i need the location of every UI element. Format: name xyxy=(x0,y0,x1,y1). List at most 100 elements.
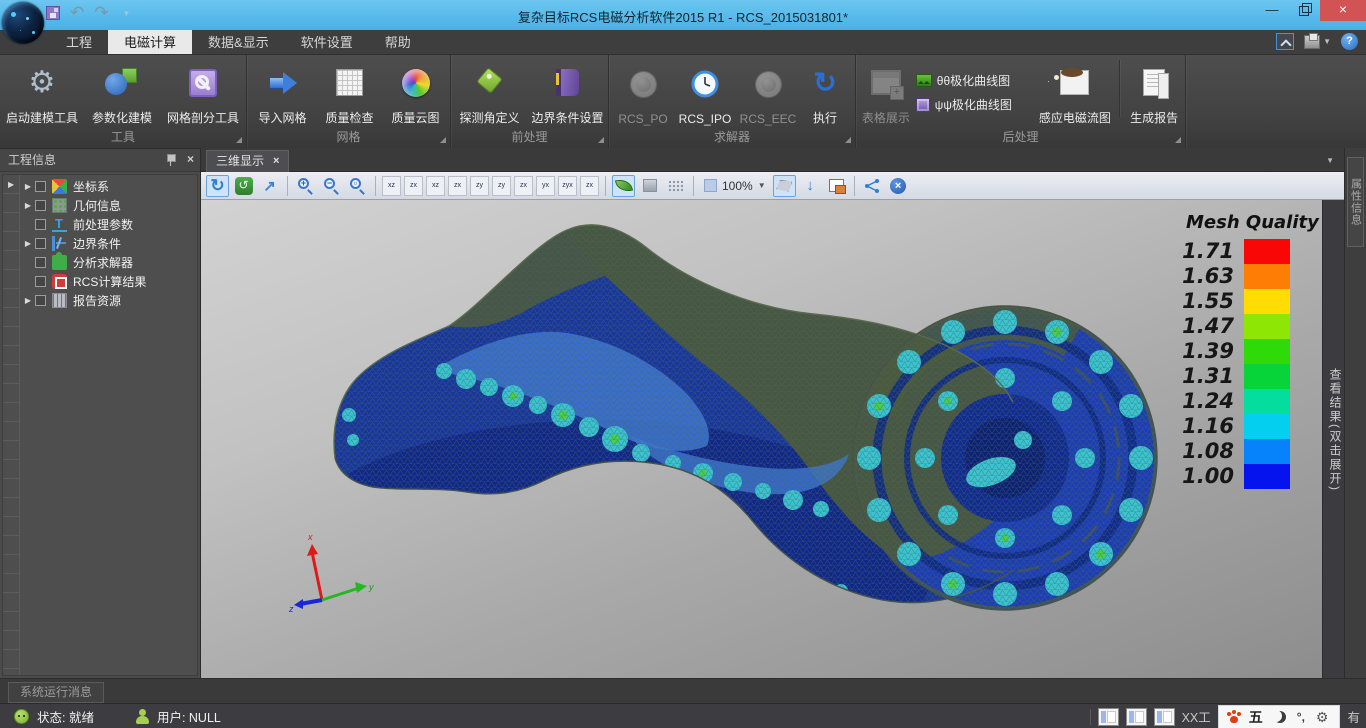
view-preset-button-1[interactable]: zx xyxy=(404,176,423,196)
tree-item-coordinate-system[interactable]: ▶ 坐标系 xyxy=(21,177,197,196)
checkbox[interactable] xyxy=(35,219,46,230)
cancel-button[interactable]: × xyxy=(887,175,910,197)
tab-3d-display[interactable]: 三维显示 × xyxy=(206,150,289,172)
perspective-button[interactable] xyxy=(773,175,796,197)
wireframe-dots-button[interactable] xyxy=(664,175,687,197)
rcs-eec-button[interactable]: RCS_EEC xyxy=(737,56,799,129)
punctuation-icon[interactable]: °, xyxy=(1297,710,1305,724)
shaded-view-button[interactable] xyxy=(612,175,635,197)
flat-view-button[interactable] xyxy=(638,175,661,197)
induced-current-map-button[interactable]: 感应电磁流图 xyxy=(1033,56,1116,129)
collapse-ribbon-icon[interactable] xyxy=(1276,33,1294,50)
launch-modeling-tool-button[interactable]: ⚙ 启动建模工具 xyxy=(2,56,82,129)
rcs-ipo-button[interactable]: RCS_IPO xyxy=(673,56,737,129)
minimize-button[interactable]: — xyxy=(1256,0,1288,21)
boundary-condition-settings-button[interactable]: 边界条件设置 xyxy=(528,56,608,129)
layout-center-button[interactable] xyxy=(1126,708,1147,726)
moon-icon[interactable] xyxy=(1274,711,1286,723)
group-expand-icon[interactable] xyxy=(845,137,851,143)
tab-em-computation[interactable]: 电磁计算 xyxy=(108,30,192,54)
viewport-3d[interactable]: x y z Mesh Quality 1.71 1.63 1.55 1.47 1… xyxy=(201,200,1322,678)
close-panel-icon[interactable]: × xyxy=(187,153,194,166)
arrow-down-button[interactable]: ↓ xyxy=(799,175,822,197)
redo-icon[interactable]: ↷ xyxy=(94,4,108,22)
layout-right-button[interactable] xyxy=(1154,708,1175,726)
mesh-partition-tool-button[interactable]: 网格剖分工具 xyxy=(162,56,244,129)
tab-project[interactable]: 工程 xyxy=(50,30,108,54)
zoom-in-button[interactable]: + xyxy=(294,175,317,197)
layers-button[interactable] xyxy=(825,175,848,197)
tab-bar-right-tools: ▼ ? xyxy=(1276,33,1358,50)
view-results-strip[interactable]: 查看结果(双击展开) xyxy=(1322,200,1344,678)
view-preset-button-5[interactable]: zy xyxy=(492,176,511,196)
checkbox[interactable] xyxy=(35,257,46,268)
view-preset-button-3[interactable]: zx xyxy=(448,176,467,196)
layout-left-button[interactable] xyxy=(1098,708,1119,726)
group-expand-icon[interactable] xyxy=(440,137,446,143)
generate-report-button[interactable]: 生成报告 xyxy=(1123,56,1185,129)
rotate-button[interactable]: ↻ xyxy=(206,175,229,197)
close-tab-icon[interactable]: × xyxy=(273,151,279,172)
checkbox[interactable] xyxy=(35,200,46,211)
table-display-button[interactable]: 表格展示 xyxy=(856,56,916,129)
probe-angle-define-button[interactable]: 探测角定义 xyxy=(452,56,528,129)
view-preset-button-9[interactable]: zx xyxy=(580,176,599,196)
import-mesh-button[interactable]: 导入网格 xyxy=(249,56,317,129)
tab-help[interactable]: 帮助 xyxy=(369,30,427,54)
property-info-tab[interactable]: 属性信息 xyxy=(1347,157,1364,247)
share-button[interactable] xyxy=(861,175,884,197)
system-messages-tab[interactable]: 系统运行消息 xyxy=(8,682,104,703)
view-preset-button-2[interactable]: xz xyxy=(426,176,445,196)
app-logo[interactable] xyxy=(2,2,44,44)
ime-settings-gear-icon[interactable]: ⚙ xyxy=(1316,710,1329,724)
view-preset-button-4[interactable]: zy xyxy=(470,176,489,196)
zoom-out-button[interactable]: − xyxy=(320,175,343,197)
view-preset-button-8[interactable]: zyx xyxy=(558,176,577,196)
checkbox[interactable] xyxy=(35,276,46,287)
view-preset-button-0[interactable]: xz xyxy=(382,176,401,196)
close-button[interactable]: × xyxy=(1320,0,1366,21)
legend-value: 1.00 xyxy=(1154,464,1244,489)
rcs-po-button[interactable]: RCS_PO xyxy=(613,56,673,129)
tree-item-report-resources[interactable]: ▶ 报告资源 xyxy=(21,291,197,310)
import-arrow-icon xyxy=(269,72,297,94)
checkbox[interactable] xyxy=(35,181,46,192)
restore-button[interactable] xyxy=(1288,0,1320,21)
help-icon[interactable]: ? xyxy=(1341,33,1358,50)
save-icon[interactable] xyxy=(46,6,60,20)
pin-icon[interactable] xyxy=(166,153,175,166)
tree-item-preprocess-params[interactable]: 前处理参数 xyxy=(21,215,197,234)
parametric-modeling-button[interactable]: 参数化建模 xyxy=(82,56,162,129)
group-expand-icon[interactable] xyxy=(1175,137,1181,143)
psi-curve-icon xyxy=(916,98,930,112)
quality-check-button[interactable]: 质量检查 xyxy=(317,56,383,129)
view-preset-button-7[interactable]: yx xyxy=(536,176,555,196)
group-expand-icon[interactable] xyxy=(236,137,242,143)
device-icon[interactable] xyxy=(1304,35,1320,49)
tab-software-settings[interactable]: 软件设置 xyxy=(285,30,369,54)
tree-item-geometry-info[interactable]: ▶ 几何信息 xyxy=(21,196,197,215)
pan-button[interactable]: ↗ xyxy=(258,175,281,197)
ime-mode-label[interactable]: 五 xyxy=(1249,707,1263,727)
tab-list-dropdown-icon[interactable]: ▼ xyxy=(1326,156,1334,165)
checkbox[interactable] xyxy=(35,295,46,306)
tree-item-rcs-results[interactable]: RCS计算结果 xyxy=(21,272,197,291)
geometry-info-icon xyxy=(52,198,67,213)
orbit-button[interactable]: ↺ xyxy=(232,175,255,197)
group-expand-icon[interactable] xyxy=(598,137,604,143)
theta-polarization-curve-button[interactable]: θθ极化曲线图 xyxy=(916,72,1034,89)
tree-item-boundary-conditions[interactable]: ▶ 边界条件 xyxy=(21,234,197,253)
device-dropdown-icon[interactable]: ▼ xyxy=(1323,37,1331,46)
zoom-fit-button[interactable]: ▫ xyxy=(346,175,369,197)
undo-icon[interactable]: ↶ xyxy=(70,4,84,22)
baidu-paw-icon[interactable] xyxy=(1230,716,1238,723)
execute-button[interactable]: ↻ 执行 xyxy=(799,56,851,129)
quality-cloudmap-button[interactable]: 质量云图 xyxy=(383,56,449,129)
tree-item-analysis-solver[interactable]: 分析求解器 xyxy=(21,253,197,272)
zoom-level-dropdown[interactable]: 100% ▼ xyxy=(700,179,770,193)
checkbox[interactable] xyxy=(35,238,46,249)
view-preset-button-6[interactable]: zx xyxy=(514,176,533,196)
quick-access-dropdown-icon[interactable]: ▼ xyxy=(123,9,131,18)
tab-data-display[interactable]: 数据&显示 xyxy=(192,30,285,54)
psi-polarization-curve-button[interactable]: ψψ极化曲线图 xyxy=(916,96,1034,113)
